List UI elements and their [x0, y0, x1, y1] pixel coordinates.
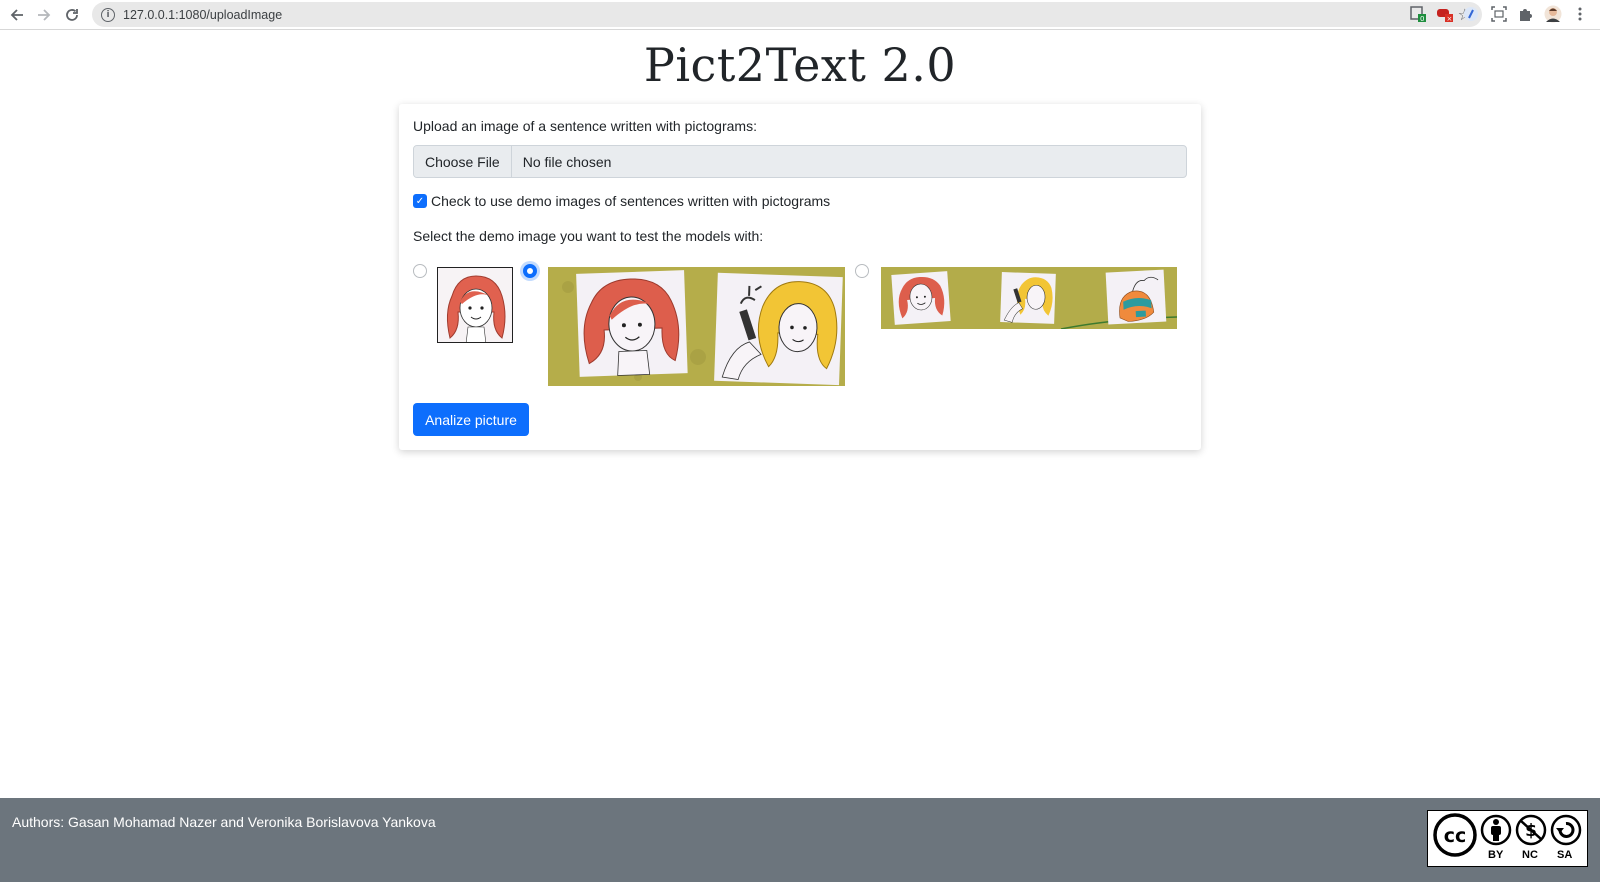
demo-radio-3[interactable] — [855, 264, 869, 278]
nc-icon: $ — [1515, 814, 1547, 846]
reload-button[interactable] — [58, 1, 86, 29]
svg-text:0: 0 — [1420, 15, 1424, 23]
license-sa-label: SA — [1557, 849, 1573, 861]
extension-icon-3[interactable] — [1462, 5, 1480, 23]
back-button[interactable] — [3, 1, 31, 29]
page-title: Pict2Text 2.0 — [643, 38, 957, 92]
forward-button[interactable] — [30, 1, 58, 29]
select-demo-label: Select the demo image you want to test t… — [413, 228, 764, 244]
browser-toolbar: i 127.0.0.1:1080/uploadImage ☆ 0 × — [0, 0, 1600, 30]
avatar[interactable] — [1544, 5, 1562, 23]
file-input[interactable]: Choose File No file chosen — [413, 145, 1187, 178]
choose-file-button[interactable]: Choose File — [414, 146, 512, 177]
file-status: No file chosen — [522, 153, 612, 170]
svg-text:×: × — [1447, 15, 1453, 23]
demo-image-1[interactable] — [437, 267, 513, 343]
arrow-left-icon — [10, 9, 23, 21]
menu-icon[interactable] — [1571, 5, 1589, 23]
footer-authors: Authors: Gasan Mohamad Nazer and Veronik… — [12, 814, 436, 830]
puzzle-icon[interactable] — [1517, 5, 1535, 23]
cc-license-badge[interactable]: cc $ BY NC SA — [1427, 810, 1588, 867]
demo-image-2[interactable] — [548, 267, 845, 386]
extension-icon-2[interactable]: × — [1436, 5, 1454, 23]
url-text: 127.0.0.1:1080/uploadImage — [123, 7, 283, 22]
upload-label: Upload an image of a sentence written wi… — [413, 118, 757, 134]
license-nc-label: NC — [1522, 849, 1538, 861]
demo-checkbox-label: Check to use demo images of sentences wr… — [431, 193, 831, 209]
screenshot-icon[interactable] — [1490, 5, 1508, 23]
footer: Authors: Gasan Mohamad Nazer and Veronik… — [0, 798, 1600, 882]
info-icon[interactable]: i — [101, 7, 115, 22]
sa-icon — [1550, 814, 1582, 846]
analyze-picture-button[interactable]: Analize picture — [413, 403, 529, 436]
address-bar[interactable]: i 127.0.0.1:1080/uploadImage ☆ — [92, 2, 1482, 27]
demo-radio-2[interactable] — [523, 264, 537, 278]
demo-radio-1[interactable] — [413, 264, 427, 278]
license-by-label: BY — [1488, 849, 1504, 861]
cc-icon: cc — [1433, 813, 1477, 857]
upload-card: Upload an image of a sentence written wi… — [399, 104, 1201, 450]
demo-checkbox-row: ✓ Check to use demo images of sentences … — [413, 193, 830, 209]
demo-image-3[interactable] — [881, 267, 1177, 329]
arrow-right-icon — [38, 9, 51, 21]
demo-checkbox[interactable]: ✓ — [413, 194, 427, 208]
reload-icon — [66, 9, 78, 21]
svg-text:cc: cc — [1444, 825, 1467, 847]
extension-icon-1[interactable]: 0 — [1409, 5, 1427, 23]
by-icon — [1480, 814, 1512, 846]
